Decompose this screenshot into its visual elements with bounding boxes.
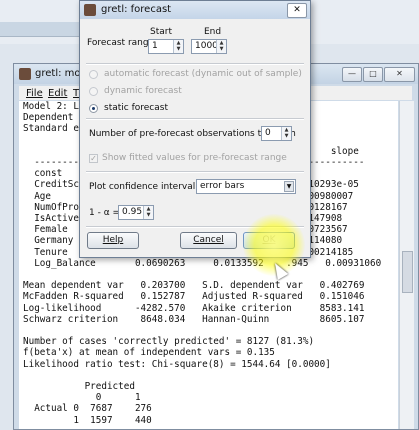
dialog-titlebar[interactable]: gretl: forecast ✕ [80, 1, 310, 19]
menu-file[interactable]: File [26, 88, 43, 99]
radio-dynamic-label: dynamic forecast [104, 86, 182, 96]
spinner-arrows-icon[interactable]: ▲ ▼ [281, 127, 291, 140]
conf-interval-value: error bars [200, 181, 245, 191]
start-header: Start [150, 27, 172, 37]
output-line: Mean dependent var 0.203700 S.D. depende… [23, 280, 365, 292]
show-fitted-checkbox[interactable]: ✓ [89, 154, 98, 163]
background-tab [0, 22, 80, 37]
preobs-spinner[interactable]: 0 ▲ ▼ [261, 126, 292, 141]
radio-static-label: static forecast [104, 103, 168, 113]
end-header: End [204, 27, 222, 37]
show-fitted-label: Show fitted values for pre-forecast rang… [102, 153, 287, 163]
gretl-app-icon [19, 68, 31, 80]
chevron-down-icon[interactable]: ▼ [284, 181, 294, 192]
radio-static[interactable] [89, 104, 98, 113]
end-spinner[interactable]: 10000 ▲ ▼ [191, 39, 227, 54]
preobs-value: 0 [265, 128, 271, 138]
close-button[interactable]: ✕ [384, 67, 415, 82]
dialog-title: gretl: forecast [101, 4, 172, 15]
spinner-arrows-icon[interactable]: ▲ ▼ [143, 206, 153, 219]
menu-edit[interactable]: Edit [48, 88, 67, 99]
output-line: Number of cases 'correctly predicted' = … [23, 336, 315, 348]
output-line: Actual 0 7687 276 [23, 403, 152, 415]
separator [86, 171, 304, 173]
help-button[interactable]: Help [87, 232, 139, 249]
forecast-range-label: Forecast range: [87, 38, 158, 48]
dialog-close-button[interactable]: ✕ [287, 3, 307, 18]
output-line: Log-likelihood -4282.570 Akaike criterio… [23, 302, 365, 314]
radio-dynamic[interactable] [89, 87, 98, 96]
separator [86, 118, 304, 120]
scrollbar-thumb[interactable] [402, 251, 413, 293]
output-line: McFadden R-squared 0.152787 Adjusted R-s… [23, 291, 365, 303]
output-line: 1 1597 440 [23, 414, 152, 426]
gretl-app-icon [84, 4, 96, 16]
help-button-label: Help [102, 235, 124, 245]
conf-interval-select[interactable]: error bars ▼ [196, 179, 296, 194]
cancel-button-label: Cancel [193, 235, 224, 245]
output-line: Likelihood ratio test: Chi-square(8) = 1… [23, 358, 331, 370]
output-line: Log_Balance 0.0690263 0.0133592 .945 0.0… [23, 257, 382, 269]
radio-automatic[interactable] [89, 70, 98, 79]
radio-automatic-label: automatic forecast (dynamic out of sampl… [104, 69, 302, 79]
output-line: Predicted [23, 381, 135, 393]
vertical-scrollbar[interactable] [399, 101, 414, 429]
separator [86, 63, 304, 65]
alpha-spinner[interactable]: 0.95 ▲ ▼ [118, 205, 154, 220]
spinner-arrows-icon[interactable]: ▲ ▼ [216, 40, 226, 53]
minimize-button[interactable]: — [342, 67, 362, 82]
start-value: 1 [152, 41, 158, 51]
alpha-label: 1 - α = [89, 208, 121, 218]
maximize-button[interactable]: □ [363, 67, 383, 82]
output-line: 0 1 [23, 392, 141, 404]
start-spinner[interactable]: 1 ▲ ▼ [148, 39, 184, 54]
alpha-value: 0.95 [122, 207, 143, 217]
output-line: f(beta'x) at mean of independent vars = … [23, 347, 275, 359]
spinner-arrows-icon[interactable]: ▲ ▼ [173, 40, 183, 53]
output-line: Schwarz criterion 8648.034 Hannan-Quinn … [23, 313, 365, 325]
cancel-button[interactable]: Cancel [180, 232, 237, 249]
